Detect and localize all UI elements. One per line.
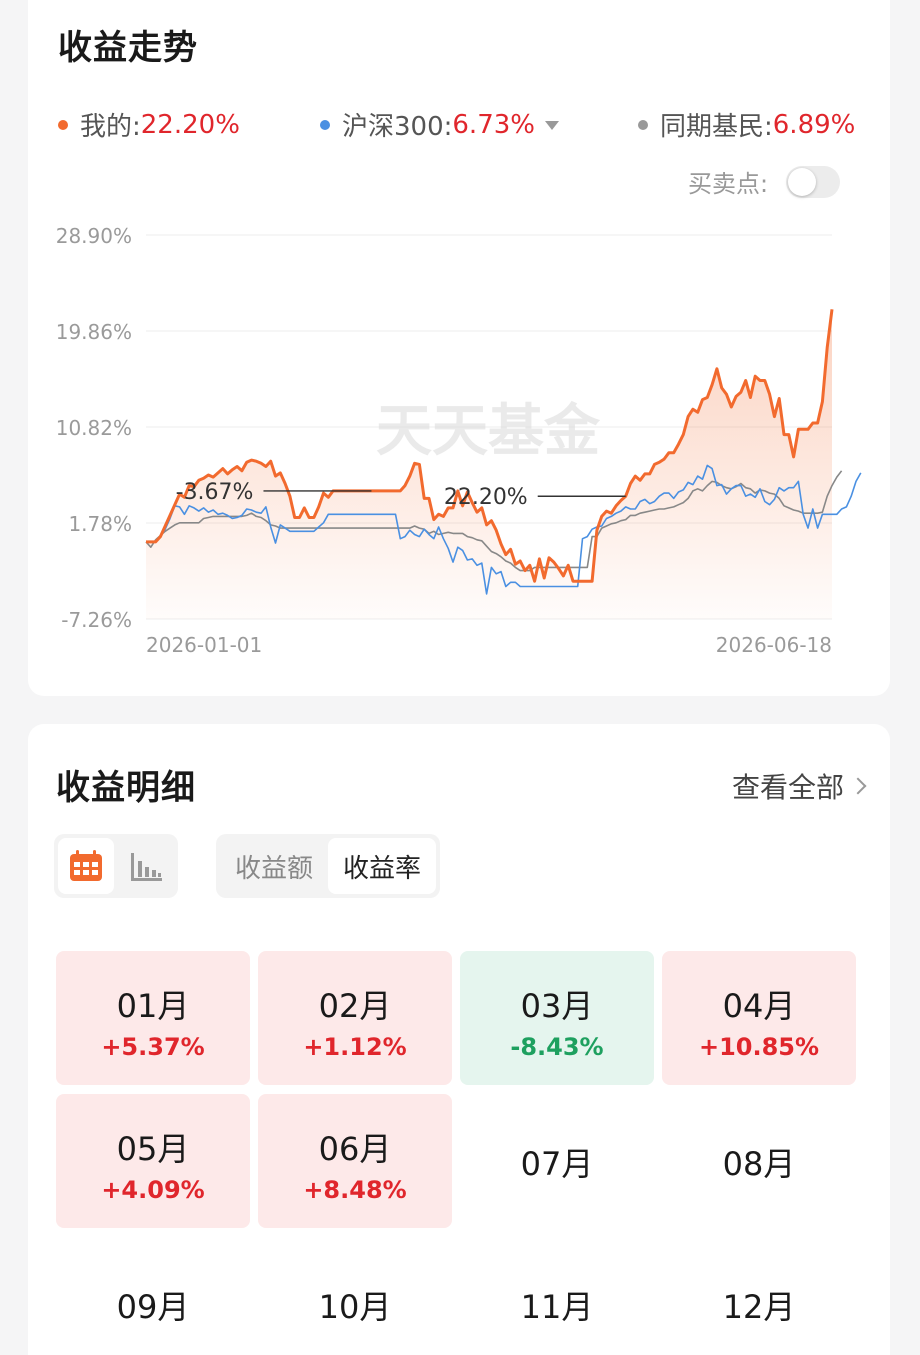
trend-chart[interactable]: 天天基金 22.20% -3.67% 28.90% 19.86% 10.82% 1.78… (28, 0, 890, 696)
month-label: 10月 (318, 1288, 392, 1326)
annotation-label: -3.67% (176, 480, 254, 505)
metric-segment: 收益额 收益率 (216, 834, 440, 898)
month-cell[interactable]: 08月 (662, 1094, 856, 1228)
tab-profit-rate[interactable]: 收益率 (328, 838, 436, 894)
bar-chart-icon (131, 853, 162, 881)
y-tick-label: 10.82% (56, 416, 132, 440)
month-label: 02月 (318, 987, 392, 1025)
month-label: 08月 (722, 1145, 796, 1183)
tab-profit-amount[interactable]: 收益额 (220, 838, 328, 894)
month-cell[interactable]: 05月 +4.09% (56, 1094, 250, 1228)
month-cell[interactable]: 11月 (460, 1237, 654, 1355)
bar-chart-view-button[interactable] (118, 838, 174, 894)
month-cell[interactable]: 04月 +10.85% (662, 951, 856, 1085)
month-cell[interactable]: 01月 +5.37% (56, 951, 250, 1085)
month-label: 06月 (318, 1130, 392, 1168)
x-tick-label: 2026-01-01 (146, 633, 262, 657)
detail-title: 收益明细 (56, 768, 196, 808)
view-mode-toggle (54, 834, 178, 898)
watermark-logo: 天天基金 (376, 398, 601, 464)
calendar-view-button[interactable] (58, 838, 114, 894)
month-cell[interactable]: 07月 (460, 1094, 654, 1228)
chevron-right-icon (849, 777, 867, 795)
month-return: +5.37% (101, 1033, 205, 1061)
detail-card: 收益明细 查看全部 收益额 收益率 01月 +5.37% 02月 +1.12% … (28, 724, 890, 1355)
month-label: 09月 (116, 1288, 190, 1326)
x-tick-label: 2026-06-18 (716, 633, 832, 657)
month-label: 05月 (116, 1130, 190, 1168)
month-return: +10.85% (698, 1033, 820, 1061)
month-cell[interactable]: 02月 +1.12% (258, 951, 452, 1085)
month-return: +8.48% (303, 1176, 407, 1204)
month-return: -8.43% (510, 1033, 604, 1061)
month-label: 12月 (722, 1288, 796, 1326)
month-return: +4.09% (101, 1176, 205, 1204)
y-tick-label: 1.78% (68, 512, 132, 536)
month-label: 03月 (520, 987, 594, 1025)
month-cell[interactable]: 03月 -8.43% (460, 951, 654, 1085)
month-cell[interactable]: 06月 +8.48% (258, 1094, 452, 1228)
trend-card: 收益走势 我的: 22.20% 沪深300: 6.73% 同期基民: 6.89%… (28, 0, 890, 696)
y-tick-label: 19.86% (56, 320, 132, 344)
month-cell[interactable]: 09月 (56, 1237, 250, 1355)
area-mine (146, 309, 832, 619)
y-tick-label: 28.90% (56, 224, 132, 248)
month-cell[interactable]: 10月 (258, 1237, 452, 1355)
view-all-link[interactable]: 查看全部 (731, 766, 867, 806)
month-cell[interactable]: 12月 (662, 1237, 856, 1355)
month-label: 01月 (116, 987, 190, 1025)
annotation-label: 22.20% (444, 485, 528, 510)
month-label: 04月 (722, 987, 796, 1025)
month-return: +1.12% (303, 1033, 407, 1061)
month-label: 11月 (520, 1288, 594, 1326)
y-tick-label: -7.26% (61, 608, 132, 632)
view-all-label: 查看全部 (731, 771, 844, 804)
calendar-icon (70, 850, 102, 881)
month-label: 07月 (520, 1145, 594, 1183)
